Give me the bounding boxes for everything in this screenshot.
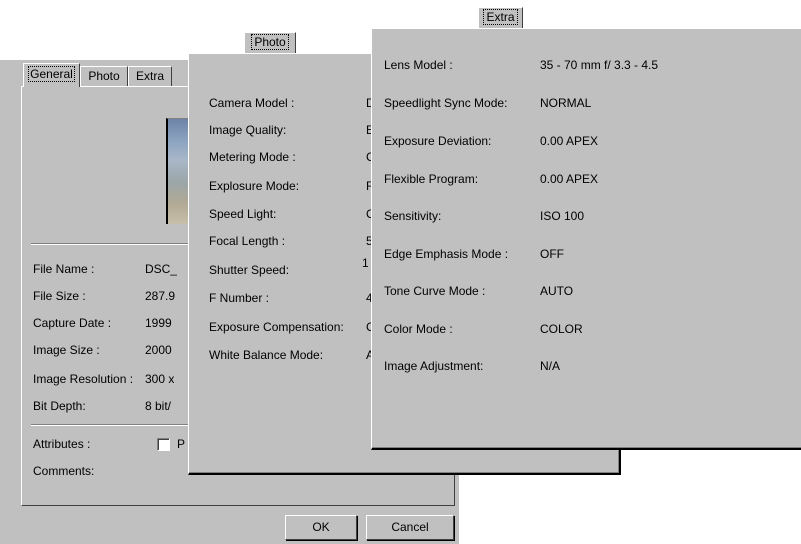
sensitivity-value: ISO 100 [540,209,585,223]
exposure-compensation-label: Exposure Compensation: [209,320,344,334]
focal-length-label: Focal Length : [209,234,286,248]
file-size-value: 287.9 [145,289,176,303]
extra-panel-tab[interactable]: Extra [478,7,523,29]
sensitivity-label: Sensitivity: [384,209,442,223]
extra-panel-tab-label: Extra [483,9,518,25]
white-balance-mode-label: White Balance Mode: [209,348,324,362]
bit-depth-label: Bit Depth: [33,399,86,413]
image-adjustment-label: Image Adjustment: [384,359,484,373]
tone-curve-mode-value: AUTO [540,284,574,298]
color-mode-value: COLOR [540,322,583,336]
bit-depth-value: 8 bit/ [145,399,172,413]
image-resolution-value: 300 x [145,372,175,386]
comments-label: Comments: [33,464,95,478]
image-quality-label: Image Quality: [209,123,287,137]
file-name-label: File Name : [33,262,95,276]
separator-top [31,243,191,245]
speedlight-sync-mode-value: NORMAL [540,96,592,110]
exposure-deviation-value: 0.00 APEX [540,134,599,148]
flexible-program-value: 0.00 APEX [540,172,599,186]
file-name-value: DSC_ [145,262,178,276]
separator-bottom [31,424,191,426]
shutter-speed-label: Shutter Speed: [209,263,290,277]
f-number-label: F Number : [209,291,270,305]
metering-mode-label: Metering Mode : [209,150,296,164]
tone-curve-mode-label: Tone Curve Mode : [384,284,486,298]
attribute-checkbox-label: P [177,437,186,451]
extra-panel-body [371,28,801,450]
attributes-label: Attributes : [33,437,91,451]
speed-light-label: Speed Light: [209,207,277,221]
image-adjustment-value: N/A [540,359,561,373]
image-size-value: 2000 [145,343,172,357]
lens-model-value: 35 - 70 mm f/ 3.3 - 4.5 [540,58,659,72]
capture-date-label: Capture Date : [33,316,112,330]
camera-model-label: Camera Model : [209,96,295,110]
image-size-label: Image Size : [33,343,100,357]
attribute-checkbox[interactable] [157,438,170,451]
photo-panel-tab-label: Photo [251,34,289,50]
explosure-mode-label: Explosure Mode: [209,179,300,193]
edge-emphasis-mode-label: Edge Emphasis Mode : [384,247,509,261]
flexible-program-label: Flexible Program: [384,172,479,186]
exposure-deviation-label: Exposure Deviation: [384,134,492,148]
image-resolution-label: Image Resolution : [33,372,134,386]
file-size-label: File Size : [33,289,86,303]
capture-date-value: 1999 [145,316,172,330]
speedlight-sync-mode-label: Speedlight Sync Mode: [384,96,508,110]
color-mode-label: Color Mode : [384,322,453,336]
lens-model-label: Lens Model : [384,58,453,72]
photo-panel-tab[interactable]: Photo [244,32,296,54]
edge-emphasis-mode-value: OFF [540,247,564,261]
